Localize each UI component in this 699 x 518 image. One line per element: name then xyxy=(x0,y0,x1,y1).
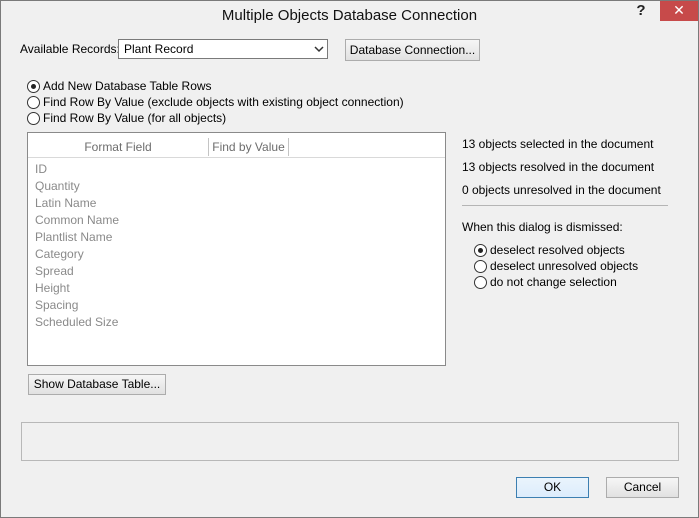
available-records-value: Plant Record xyxy=(124,42,194,56)
radio-label: deselect unresolved objects xyxy=(490,259,639,273)
window-title: Multiple Objects Database Connection xyxy=(221,7,478,24)
title-bar: Multiple Objects Database Connection ? ✕ xyxy=(1,1,698,32)
radio-button[interactable] xyxy=(474,260,487,273)
status-selected: 13 objects selected in the document xyxy=(462,137,654,151)
ok-button[interactable]: OK xyxy=(516,477,589,498)
table-row[interactable]: ID xyxy=(35,162,47,176)
table-row[interactable]: Spacing xyxy=(35,298,78,312)
show-database-table-button[interactable]: Show Database Table... xyxy=(28,374,166,395)
dialog-window: Multiple Objects Database Connection ? ✕… xyxy=(0,0,699,518)
table-row[interactable]: Height xyxy=(35,281,70,295)
status-resolved: 13 objects resolved in the document xyxy=(462,160,655,174)
radio-button[interactable] xyxy=(27,112,40,125)
cancel-button[interactable]: Cancel xyxy=(606,477,679,498)
format-field-table[interactable]: Format Field Find by Value ID Quantity L… xyxy=(27,132,446,366)
header-divider xyxy=(28,157,445,158)
radio-label: Find Row By Value (for all objects) xyxy=(43,111,227,125)
dismiss-label: When this dialog is dismissed: xyxy=(462,220,623,234)
database-connection-button[interactable]: Database Connection... xyxy=(345,39,480,61)
column-header-find-by-value[interactable]: Find by Value xyxy=(209,138,289,156)
table-row[interactable]: Plantlist Name xyxy=(35,230,112,244)
chevron-down-icon xyxy=(314,46,324,53)
radio-button[interactable] xyxy=(474,276,487,289)
radio-label: Add New Database Table Rows xyxy=(43,79,212,93)
help-button[interactable]: ? xyxy=(626,1,656,23)
available-records-label: Available Records: xyxy=(20,42,120,56)
radio-label: Find Row By Value (exclude objects with … xyxy=(43,95,404,109)
status-unresolved: 0 objects unresolved in the document xyxy=(462,183,661,197)
column-header-format-field[interactable]: Format Field xyxy=(28,138,209,156)
message-area xyxy=(21,422,679,461)
radio-label: deselect resolved objects xyxy=(490,243,625,257)
radio-label: do not change selection xyxy=(490,275,617,289)
radio-button[interactable] xyxy=(474,244,487,257)
table-row[interactable]: Common Name xyxy=(35,213,119,227)
divider xyxy=(462,205,668,206)
radio-button[interactable] xyxy=(27,80,40,93)
table-row[interactable]: Category xyxy=(35,247,84,261)
table-row[interactable]: Scheduled Size xyxy=(35,315,118,329)
available-records-dropdown[interactable]: Plant Record xyxy=(118,39,328,59)
table-row[interactable]: Spread xyxy=(35,264,74,278)
table-row[interactable]: Quantity xyxy=(35,179,80,193)
close-button[interactable]: ✕ xyxy=(660,1,698,21)
radio-button[interactable] xyxy=(27,96,40,109)
table-row[interactable]: Latin Name xyxy=(35,196,96,210)
